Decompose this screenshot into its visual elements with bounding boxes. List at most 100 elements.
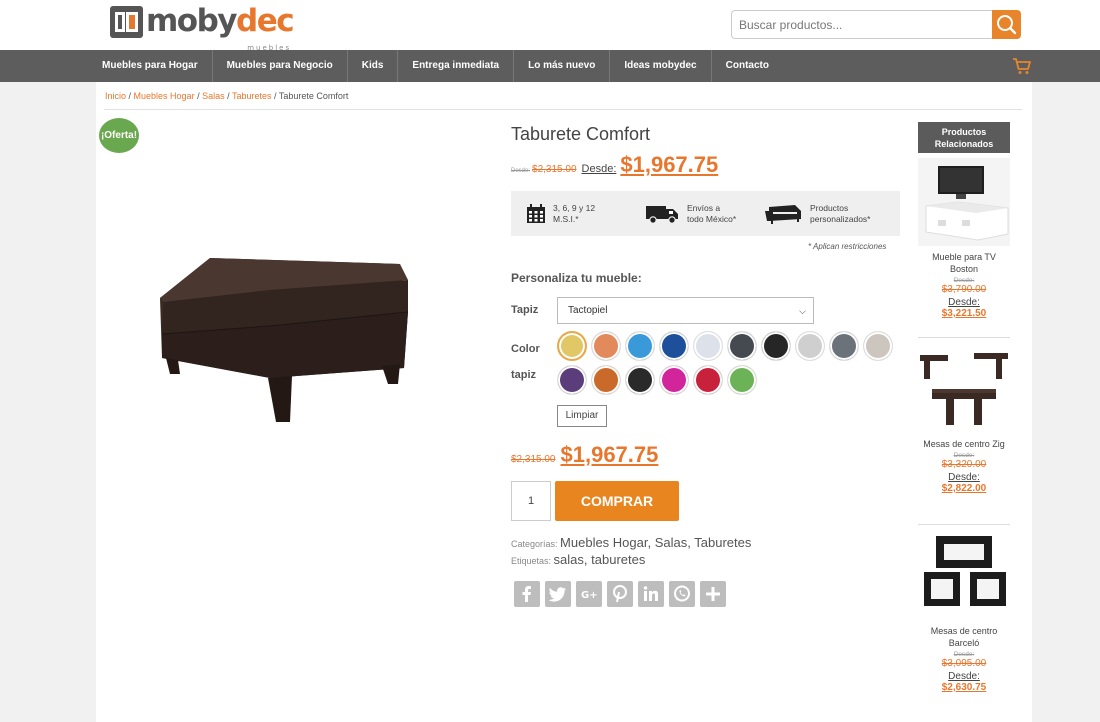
search-icon <box>997 15 1017 35</box>
color-swatch[interactable] <box>591 365 621 395</box>
color-swatch[interactable] <box>625 331 655 361</box>
whatsapp-icon <box>674 585 690 602</box>
site-header: mobydec muebles <box>0 0 1100 53</box>
purchase-price: $2,315.00 $1,967.75 <box>511 442 658 468</box>
related-from-label-small: Desde: <box>953 651 975 658</box>
breadcrumb-inicio[interactable]: Inicio <box>105 91 126 101</box>
color-swatch[interactable] <box>557 365 587 395</box>
old-price: $2,315.00 <box>511 454 556 465</box>
breadcrumb-muebles-hogar[interactable]: Muebles Hogar <box>134 91 195 101</box>
logo-text: mobydec muebles <box>146 3 295 53</box>
product-tags: Etiquetas: salas, taburetes <box>511 552 646 567</box>
related-title: Productos Relacionados <box>918 122 1010 153</box>
current-price: $1,967.75 <box>560 442 659 467</box>
color-swatch[interactable] <box>591 331 621 361</box>
breadcrumb-taburetes[interactable]: Taburetes <box>232 91 272 101</box>
old-price: $2,315.00 <box>532 164 577 175</box>
google-plus-icon: G+ <box>581 590 598 601</box>
nav-muebles-negocio[interactable]: Muebles para Negocio <box>213 50 348 82</box>
share-more-button[interactable] <box>700 581 726 607</box>
tag-link[interactable]: salas <box>554 552 584 567</box>
related-item-zig[interactable]: Mesas de centro Zig Desde: $3,320.00 Des… <box>918 438 1010 494</box>
share-pinterest-button[interactable] <box>607 581 633 607</box>
related-price: $2,822.00 <box>941 483 987 494</box>
feature-msi: 3, 6, 9 y 12 M.S.I.* <box>526 191 595 236</box>
sofa-icon <box>765 204 801 224</box>
tags-label: Etiquetas: <box>511 556 552 566</box>
share-twitter-button[interactable] <box>545 581 571 607</box>
product-image[interactable] <box>150 250 415 430</box>
related-old-price: $3,790.00 <box>941 284 987 295</box>
chevron-down-icon: ⌵ <box>799 306 806 316</box>
nav-entrega-inmediata[interactable]: Entrega inmediata <box>398 50 515 82</box>
related-from-label: Desde: <box>948 671 980 682</box>
color-swatch[interactable] <box>727 365 757 395</box>
related-item-name[interactable]: Mesas de centro Barceló <box>918 625 1010 649</box>
quantity-input[interactable]: 1 <box>511 481 551 521</box>
breadcrumb-salas[interactable]: Salas <box>202 91 225 101</box>
color-swatch[interactable] <box>761 331 791 361</box>
color-swatch[interactable] <box>829 331 859 361</box>
color-swatch[interactable] <box>863 331 893 361</box>
color-swatch[interactable] <box>659 365 689 395</box>
breadcrumb-separator: / <box>271 91 279 101</box>
feature-custom-line2: personalizados* <box>810 213 871 224</box>
clear-button[interactable]: Limpiar <box>557 405 607 427</box>
category-link[interactable]: Muebles Hogar <box>560 535 647 550</box>
color-swatch[interactable] <box>693 365 723 395</box>
share-google-plus-button[interactable]: G+ <box>576 581 602 607</box>
share-buttons: G+ <box>514 581 731 607</box>
divider <box>918 337 1010 338</box>
twitter-icon <box>549 587 566 602</box>
breadcrumb-current: Taburete Comfort <box>278 91 349 101</box>
related-from-label-small: Desde: <box>953 277 975 284</box>
buy-button[interactable]: COMPRAR <box>555 481 679 521</box>
related-image-barcelo[interactable] <box>918 532 1010 620</box>
color-swatch[interactable] <box>795 331 825 361</box>
related-price: $3,221.50 <box>941 308 987 319</box>
color-swatch[interactable] <box>727 331 757 361</box>
breadcrumb: Inicio / Muebles Hogar / Salas / Taburet… <box>105 91 348 101</box>
color-swatch[interactable] <box>557 331 587 361</box>
pinterest-icon <box>613 585 627 603</box>
tag-link[interactable]: taburetes <box>591 552 645 567</box>
related-old-price: $3,320.00 <box>941 459 987 470</box>
related-item-barcelo[interactable]: Mesas de centro Barceló Desde: $3,095.00… <box>918 625 1010 693</box>
related-from-label-small: Desde: <box>953 452 975 459</box>
category-link[interactable]: Taburetes <box>694 535 751 550</box>
feature-shipping-line1: Envíos a <box>687 202 721 213</box>
related-image-zig[interactable] <box>918 345 1010 433</box>
related-item-name[interactable]: Mesas de centro Zig <box>918 438 1010 450</box>
product-categories: Categorías: Muebles Hogar, Salas, Tabure… <box>511 535 752 550</box>
search-button[interactable] <box>992 10 1021 39</box>
share-whatsapp-button[interactable] <box>669 581 695 607</box>
related-image-tv-boston[interactable] <box>918 158 1010 246</box>
nav-contacto[interactable]: Contacto <box>712 50 783 82</box>
feature-custom-line1: Productos <box>810 202 849 213</box>
category-link[interactable]: Salas <box>655 535 688 550</box>
related-item-tv-boston[interactable]: Mueble para TV Boston Desde: $3,790.00 D… <box>918 251 1010 319</box>
related-item-name[interactable]: Mueble para TV Boston <box>918 251 1010 275</box>
tapiz-select[interactable]: Tactopiel ⌵ <box>557 297 814 324</box>
cart-icon[interactable] <box>1012 57 1032 75</box>
nav-ideas-mobydec[interactable]: Ideas mobydec <box>610 50 712 82</box>
logo-mark-icon <box>110 6 143 38</box>
nav-kids[interactable]: Kids <box>348 50 399 82</box>
divider <box>104 109 1022 110</box>
features-box: 3, 6, 9 y 12 M.S.I.* Envíos a todo México*… <box>511 191 900 236</box>
restrictions-note: * Aplican restricciones <box>808 242 887 251</box>
color-swatch[interactable] <box>659 331 689 361</box>
related-price: $2,630.75 <box>941 682 987 693</box>
product-title: Taburete Comfort <box>511 124 651 144</box>
logo-text-main: moby <box>146 3 238 39</box>
color-swatch[interactable] <box>625 365 655 395</box>
nav-lo-mas-nuevo[interactable]: Lo más nuevo <box>514 50 611 82</box>
share-linkedin-button[interactable] <box>638 581 664 607</box>
color-swatch[interactable] <box>693 331 723 361</box>
site-logo[interactable]: mobydec muebles <box>110 3 295 53</box>
related-products: Productos Relacionados <box>918 122 1010 153</box>
nav-muebles-hogar[interactable]: Muebles para Hogar <box>88 50 213 82</box>
search-input[interactable] <box>731 10 993 39</box>
share-facebook-button[interactable] <box>514 581 540 607</box>
related-from-label: Desde: <box>948 472 980 483</box>
